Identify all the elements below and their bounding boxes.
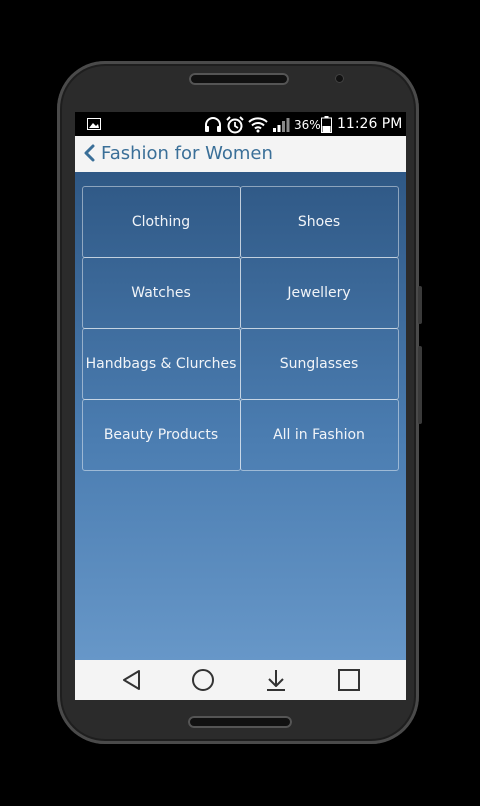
- screen: 36% 11:26 PM Fashion for Women Clothing …: [75, 112, 406, 700]
- wifi-icon: [248, 117, 268, 133]
- recents-icon[interactable]: [336, 668, 362, 692]
- front-camera: [335, 74, 344, 83]
- category-all-in-fashion[interactable]: All in Fashion: [239, 398, 399, 471]
- alarm-icon: [226, 116, 244, 134]
- download-icon[interactable]: [263, 668, 289, 692]
- battery-icon: [321, 116, 332, 133]
- category-beauty-products[interactable]: Beauty Products: [81, 398, 241, 471]
- image-icon: [87, 118, 101, 130]
- signal-icon: [273, 118, 290, 132]
- power-button: [418, 286, 422, 324]
- category-panel: Clothing Shoes Watches Jewellery Handbag…: [75, 172, 406, 660]
- earpiece-speaker: [189, 73, 289, 85]
- page-title: Fashion for Women: [101, 142, 273, 164]
- category-jewellery[interactable]: Jewellery: [239, 256, 399, 329]
- headphones-icon: [205, 117, 221, 132]
- home-icon[interactable]: [190, 668, 216, 692]
- volume-button: [418, 346, 422, 424]
- action-bar: Fashion for Women: [75, 136, 406, 172]
- clock: 11:26 PM: [337, 116, 403, 132]
- category-shoes[interactable]: Shoes: [239, 185, 399, 258]
- category-clothing[interactable]: Clothing: [81, 185, 241, 258]
- category-grid: Clothing Shoes Watches Jewellery Handbag…: [81, 185, 399, 471]
- back-icon[interactable]: [119, 668, 145, 692]
- battery-percent: 36%: [294, 118, 321, 132]
- back-button[interactable]: Fashion for Women: [81, 142, 273, 164]
- navigation-bar: [75, 660, 406, 700]
- bottom-speaker: [188, 716, 292, 728]
- category-handbags[interactable]: Handbags & Clurches: [81, 327, 241, 400]
- category-sunglasses[interactable]: Sunglasses: [239, 327, 399, 400]
- category-watches[interactable]: Watches: [81, 256, 241, 329]
- status-bar: 36% 11:26 PM: [75, 112, 406, 136]
- chevron-left-icon: [84, 144, 95, 162]
